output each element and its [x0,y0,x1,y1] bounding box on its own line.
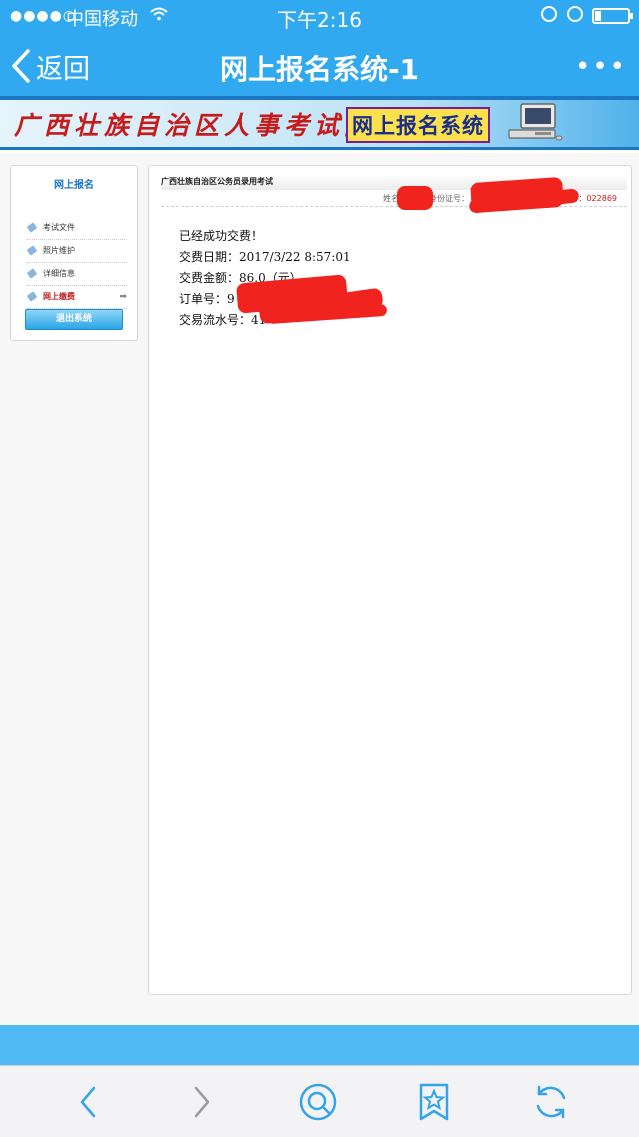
sidebar-item-photo[interactable]: 照片维护 [26,240,127,263]
status-bar: ●●●●○ 中国移动 下午2:16 [0,0,639,34]
payment-amount-label: 交费金额： [179,271,240,285]
back-arrow-icon[interactable] [68,1082,108,1122]
browser-toolbar [0,1065,639,1137]
site-banner: 广西壮族自治区人事考试院 网上报名系统 [0,96,639,150]
sidebar: 网上报名 考试文件 照片维护 详细信息 网上缴费 ➡ 退出系统 [10,165,138,341]
main-panel: 广西壮族自治区公务员录用考试 姓名： 身份证号： 报名序号：022869 已经成… [148,165,632,995]
page-title: 网上报名系统-1 [219,53,420,86]
refresh-icon[interactable] [531,1082,571,1122]
sidebar-item-details[interactable]: 详细信息 [26,263,127,286]
redaction-mark [397,186,433,210]
logout-button[interactable]: 退出系统 [25,309,123,330]
forward-arrow-icon[interactable] [182,1082,222,1122]
payment-date-row: 交费日期：2017/3/22 8:57:01 [179,247,351,268]
arrow-right-icon: ➡ [119,292,127,302]
tag-icon [26,222,38,233]
rotation-lock-icon [541,6,557,22]
computer-icon [508,103,563,141]
order-number-label: 订单号： [179,292,228,306]
alarm-icon [567,6,583,22]
banner-bottom-stripe [0,147,639,150]
tag-icon [26,291,38,302]
sidebar-menu: 考试文件 照片维护 详细信息 网上缴费 ➡ [11,217,137,309]
order-number-value: 9 [227,292,235,306]
tag-icon [26,245,38,256]
ios-top-bar: ●●●●○ 中国移动 下午2:16 返回 网上报名系统-1 ••• [0,0,639,96]
sidebar-item-label: 考试文件 [43,223,75,232]
payment-date-value: 2017/3/22 8:57:01 [239,250,351,264]
sidebar-item-label: 详细信息 [43,269,75,278]
battery-icon [592,8,633,24]
sidebar-item-online-payment[interactable]: 网上缴费 ➡ [26,286,127,309]
transaction-number-label: 交易流水号： [179,313,252,327]
payment-status: 已经成功交费！ [179,229,264,243]
sidebar-heading: 网上报名 [54,180,94,191]
search-icon[interactable] [298,1082,338,1122]
id-number-label: 身份证号： [429,194,469,203]
seq-value: 022869 [586,194,617,203]
sidebar-item-label: 网上缴费 [43,292,75,301]
banner-system-name: 网上报名系统 [346,107,490,143]
more-menu-button[interactable]: ••• [575,52,627,82]
tag-icon [26,268,38,279]
bottom-strip [0,1025,639,1065]
navigation-bar: 返回 网上报名系统-1 ••• [0,34,639,96]
bookmark-star-icon[interactable] [414,1082,454,1122]
banner-top-stripe [0,96,639,100]
sidebar-item-exam-files[interactable]: 考试文件 [26,217,127,240]
sidebar-item-label: 照片维护 [43,246,75,255]
banner-org-name: 广西壮族自治区人事考试院 [14,111,375,140]
content-area: 网上报名 考试文件 照片维护 详细信息 网上缴费 ➡ 退出系统 广西壮族自治区公… [0,153,639,1025]
payment-date-label: 交费日期： [179,250,240,264]
